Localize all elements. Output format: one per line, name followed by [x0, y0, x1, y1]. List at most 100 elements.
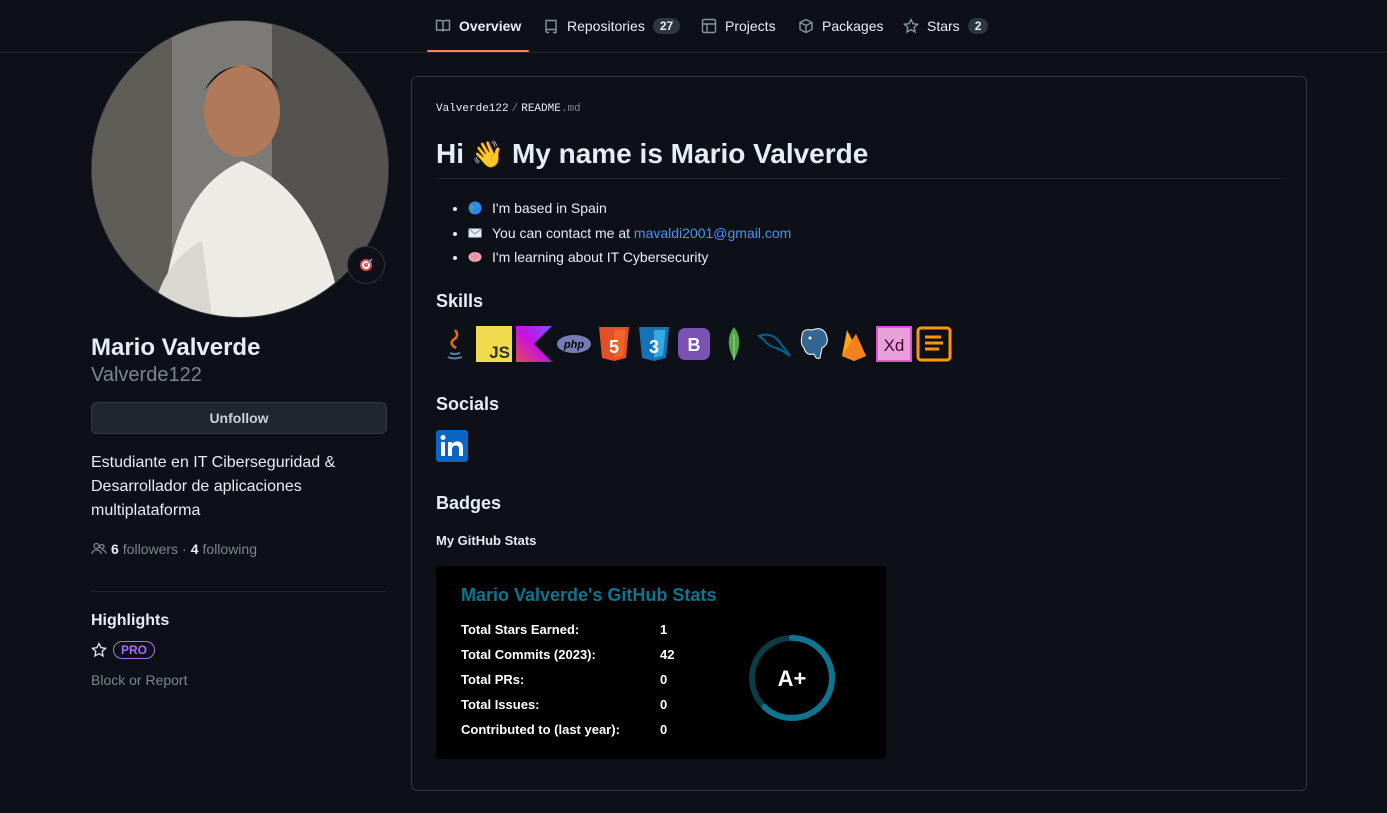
star-outline-icon — [91, 642, 107, 658]
svg-text:B: B — [688, 335, 701, 355]
list-item: I'm learning about IT Cybersecurity — [468, 245, 791, 270]
stat-value: 0 — [660, 672, 668, 687]
sidebar-divider — [91, 591, 387, 592]
tab-packages-label: Packages — [822, 18, 884, 34]
following-count[interactable]: 4 — [191, 541, 199, 557]
pro-badge[interactable]: PRO — [113, 641, 156, 659]
java-icon[interactable] — [436, 326, 472, 362]
breadcrumb-ext: .md — [560, 103, 581, 115]
readme-facts-list: I'm based in Spain You can contact me at… — [436, 196, 791, 270]
star-icon — [903, 18, 919, 34]
mysql-icon[interactable] — [756, 326, 792, 362]
tab-overview-label: Overview — [459, 18, 522, 34]
linkedin-icon[interactable] — [436, 430, 468, 462]
tab-stars-label: Stars — [927, 18, 960, 34]
breadcrumb-user-link[interactable]: Valverde122 — [436, 103, 509, 115]
stat-row: Total Commits (2023): 42 — [461, 647, 681, 662]
sublime-icon[interactable] — [916, 326, 952, 362]
profile-username: Valverde122 — [91, 364, 202, 386]
stat-label: Total PRs: — [461, 672, 525, 687]
table-icon — [701, 18, 717, 34]
fact-contact: You can contact me at — [492, 224, 634, 241]
firebase-icon[interactable] — [836, 326, 872, 362]
dot-separator: · — [182, 541, 187, 557]
svg-text:5: 5 — [609, 337, 619, 357]
highlights-title: Highlights — [91, 612, 170, 629]
target-icon — [360, 258, 373, 271]
github-stats-label: My GitHub Stats — [436, 533, 537, 548]
tab-stars[interactable]: Stars 2 — [903, 0, 989, 52]
profile-full-name: Mario Valverde — [91, 334, 261, 361]
tab-overview[interactable]: Overview — [426, 0, 530, 52]
following-link[interactable]: following — [203, 541, 257, 557]
fact-location: I'm based in Spain — [492, 200, 607, 216]
css3-icon[interactable]: 3 — [636, 326, 672, 362]
stat-row: Total Stars Earned: 1 — [461, 622, 681, 637]
avatar[interactable] — [91, 20, 389, 318]
mongodb-icon[interactable] — [716, 326, 752, 362]
svg-text:php: php — [563, 339, 584, 351]
tab-repositories-label: Repositories — [567, 18, 645, 34]
profile-bio: Estudiante en IT Ciberseguridad & Desarr… — [91, 454, 336, 519]
skills-icons: JS php 5 3 B Xd — [436, 326, 952, 362]
stars-count-badge: 2 — [967, 18, 989, 34]
list-item: You can contact me at mavaldi2001@gmail.… — [468, 221, 791, 246]
stat-row: Total Issues: 0 — [461, 697, 681, 712]
svg-text:3: 3 — [649, 337, 659, 357]
stats-card-title: Mario Valverde's GitHub Stats — [461, 585, 717, 605]
readme-heading: Hi 👋 My name is Mario Valverde — [436, 138, 1282, 179]
followers-count[interactable]: 6 — [111, 541, 119, 557]
skills-title: Skills — [436, 291, 484, 311]
highlights-row: PRO — [91, 641, 156, 659]
tab-projects-label: Projects — [725, 18, 776, 34]
waving-hand-icon: 👋 — [471, 139, 505, 169]
tab-packages[interactable]: Packages — [798, 0, 883, 52]
envelope-icon — [468, 227, 482, 237]
stat-label: Total Stars Earned: — [461, 622, 580, 637]
stat-value: 0 — [660, 697, 668, 712]
javascript-icon[interactable]: JS — [476, 326, 512, 362]
email-link[interactable]: mavaldi2001@gmail.com — [634, 225, 791, 241]
socials-title: Socials — [436, 394, 500, 414]
tab-repositories[interactable]: Repositories 27 — [543, 0, 681, 52]
breadcrumb-file-link[interactable]: README — [521, 103, 561, 115]
status-emoji-button[interactable] — [347, 246, 385, 284]
postgresql-icon[interactable] — [796, 326, 832, 362]
stat-value: 42 — [660, 647, 675, 662]
breadcrumb-separator: / — [511, 103, 519, 115]
stat-value: 1 — [660, 622, 668, 637]
stat-row: Contributed to (last year): 0 — [461, 722, 681, 737]
stat-row: Total PRs: 0 — [461, 672, 681, 687]
stat-label: Contributed to (last year): — [461, 722, 620, 737]
block-or-report-link[interactable]: Block or Report — [91, 672, 187, 688]
bootstrap-icon[interactable]: B — [676, 326, 712, 362]
rank-grade: A+ — [778, 666, 807, 691]
tab-projects[interactable]: Projects — [701, 0, 776, 52]
rank-ring: A+ — [749, 635, 835, 721]
repositories-count-badge: 27 — [652, 18, 681, 34]
people-icon — [91, 542, 107, 555]
github-stats-card[interactable]: Mario Valverde's GitHub Stats Total Star… — [436, 566, 886, 759]
badges-title: Badges — [436, 493, 502, 513]
follow-stats: 6 followers · 4 following — [91, 541, 257, 557]
php-icon[interactable]: php — [556, 326, 592, 362]
stat-label: Total Commits (2023): — [461, 647, 596, 662]
kotlin-icon[interactable] — [516, 326, 552, 362]
heading-hi: Hi — [436, 138, 464, 169]
heading-name: My name is Mario Valverde — [511, 138, 869, 169]
globe-icon — [468, 201, 482, 215]
readme-breadcrumb: Valverde122/README.md — [436, 103, 581, 115]
svg-text:JS: JS — [489, 343, 510, 362]
followers-link[interactable]: followers — [123, 541, 178, 557]
book-icon — [435, 19, 451, 32]
adobe-xd-icon[interactable]: Xd — [876, 326, 912, 362]
package-icon — [799, 18, 813, 34]
unfollow-button[interactable]: Unfollow — [91, 402, 387, 434]
avatar-photo — [92, 21, 388, 317]
brain-icon — [468, 252, 482, 262]
stat-label: Total Issues: — [461, 697, 540, 712]
stat-value: 0 — [660, 722, 668, 737]
list-item: I'm based in Spain — [468, 196, 791, 221]
html5-icon[interactable]: 5 — [596, 326, 632, 362]
svg-text:Xd: Xd — [884, 336, 905, 355]
